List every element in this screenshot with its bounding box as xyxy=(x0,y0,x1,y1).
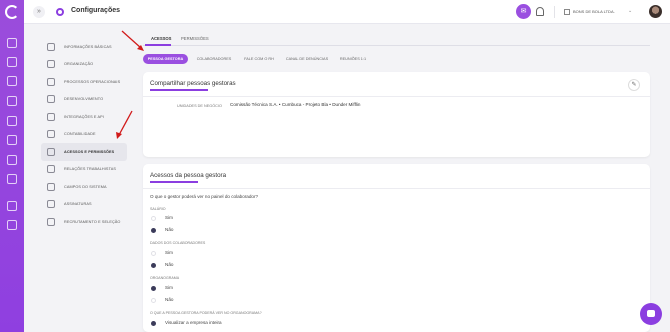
menu-item-acessos-permissoes[interactable]: ACESSOS E PERMISSÕES xyxy=(41,143,127,161)
menu-item-recrutamento[interactable]: RECRUTAMENTO E SELEÇÃO xyxy=(41,213,127,231)
menu-item-label: RELAÇÕES TRABALHISTAS xyxy=(64,167,116,172)
company-selector[interactable]: BONS DE BOLA LTDA. xyxy=(573,9,615,14)
bell-icon[interactable] xyxy=(536,7,544,16)
menu-item-relacoes-trabalhistas[interactable]: RELAÇÕES TRABALHISTAS xyxy=(41,161,127,179)
radio-button[interactable] xyxy=(151,251,156,256)
menu-item-label: ASSINATURAS xyxy=(64,202,92,207)
edit-pencil-icon[interactable]: ✎ xyxy=(628,79,640,91)
gear-icon xyxy=(56,8,64,16)
group-label-organograma: ORGANOGRAMA xyxy=(150,276,180,280)
card-title: Acessos da pessoa gestora xyxy=(150,172,227,179)
menu-item-label: CONTABILIDADE xyxy=(64,132,96,137)
radio-button[interactable] xyxy=(151,286,156,291)
manager-access-card: Acessos da pessoa gestora O que o gestor… xyxy=(143,164,650,332)
menu-item-processos[interactable]: PROCESSOS OPERACIONAIS xyxy=(41,73,127,91)
help-icon[interactable] xyxy=(7,201,17,211)
radio-label: Não xyxy=(165,227,174,232)
avatar[interactable] xyxy=(649,5,662,18)
messages-button[interactable]: ✉ xyxy=(516,4,531,19)
signature-icon xyxy=(47,200,55,209)
app-rail xyxy=(0,0,24,332)
menu-item-label: INTEGRAÇÕES E API xyxy=(64,114,104,119)
fields-icon xyxy=(47,182,55,191)
divider xyxy=(143,96,650,97)
development-icon xyxy=(47,95,55,104)
pill-fale-com-rh[interactable]: FALE COM O RH xyxy=(240,54,278,64)
radio-button[interactable] xyxy=(151,298,156,303)
radio-label: Não xyxy=(165,297,174,302)
collapse-sidebar-button[interactable]: » xyxy=(33,6,45,18)
recruiting-icon xyxy=(47,217,55,226)
chevron-down-icon[interactable]: ⌄ xyxy=(628,8,632,14)
title-underline xyxy=(150,181,198,183)
home-icon[interactable] xyxy=(7,38,17,48)
info-icon xyxy=(47,42,55,51)
business-units-label: UNIDADES DE NEGÓCIO xyxy=(177,104,222,108)
app-logo-icon[interactable] xyxy=(5,5,19,19)
people-icon[interactable] xyxy=(7,57,17,67)
tab-acessos[interactable]: ACESSOS xyxy=(151,36,171,41)
star-icon[interactable] xyxy=(7,116,17,126)
radio-label: Sim xyxy=(165,250,173,255)
menu-item-assinaturas[interactable]: ASSINATURAS xyxy=(41,196,127,214)
top-bar: » Configurações ✉ BONS DE BOLA LTDA. ⌄ xyxy=(24,0,670,24)
menu-item-label: RECRUTAMENTO E SELEÇÃO xyxy=(64,219,121,224)
menu-item-informacoes-basicas[interactable]: INFORMAÇÕES BÁSICAS xyxy=(41,38,127,56)
divider xyxy=(143,188,650,189)
pill-colaboradores[interactable]: COLABORADORES xyxy=(191,54,237,64)
chat-bubble-icon xyxy=(647,310,655,317)
building-icon xyxy=(564,9,570,15)
shield-icon xyxy=(47,147,55,156)
tab-permissoes[interactable]: PERMISSÕES xyxy=(181,36,209,41)
divider xyxy=(554,6,555,18)
menu-item-campos-sistema[interactable]: CAMPOS DO SISTEMA xyxy=(41,178,127,196)
radio-button[interactable] xyxy=(151,321,156,326)
integration-icon xyxy=(47,112,55,121)
org-icon xyxy=(47,60,55,69)
shared-managers-card: Compartilhar pessoas gestoras ✎ UNIDADES… xyxy=(143,72,650,157)
pill-reunioes[interactable]: REUNIÕES 1:1 xyxy=(337,54,369,64)
radio-label: Sim xyxy=(165,215,173,220)
menu-item-desenvolvimento[interactable]: DESENVOLVIMENTO xyxy=(41,91,127,109)
grid-icon[interactable] xyxy=(7,155,17,165)
pill-canal-denuncias[interactable]: CANAL DE DENÚNCIAS xyxy=(282,54,332,64)
group-label-dados: DADOS DOS COLABORADORES xyxy=(150,241,206,245)
accounting-icon xyxy=(47,130,55,139)
business-units-value: Comissão Técnica S.A. • Cumbuca - Projet… xyxy=(230,102,361,107)
active-tab-indicator xyxy=(145,44,171,46)
title-underline xyxy=(150,89,208,91)
radio-button[interactable] xyxy=(151,216,156,221)
rocket-icon[interactable] xyxy=(7,96,17,106)
question-text: O que o gestor poderá ver no painel do c… xyxy=(150,194,259,199)
menu-item-label: CAMPOS DO SISTEMA xyxy=(64,184,107,189)
radio-label: Não xyxy=(165,262,174,267)
tools-icon[interactable] xyxy=(7,174,17,184)
radio-button[interactable] xyxy=(151,263,156,268)
pill-pessoa-gestora[interactable]: PESSOA GESTORA xyxy=(143,54,188,64)
group-label-salario: SALÁRIO xyxy=(150,207,166,211)
settings-icon[interactable] xyxy=(7,220,17,230)
menu-item-label: INFORMAÇÕES BÁSICAS xyxy=(64,44,112,49)
tab-bar: ACESSOS PERMISSÕES xyxy=(143,32,650,46)
menu-item-label: PROCESSOS OPERACIONAIS xyxy=(64,79,121,84)
process-icon xyxy=(47,77,55,86)
page-title: Configurações xyxy=(71,7,121,14)
menu-item-label: ORGANIZAÇÃO xyxy=(64,62,94,67)
radio-label: Visualizar a empresa inteira xyxy=(165,320,222,325)
annotation-arrow-tab xyxy=(121,30,144,51)
menu-item-organizacao[interactable]: ORGANIZAÇÃO xyxy=(41,56,127,74)
card-title: Compartilhar pessoas gestoras xyxy=(150,80,236,87)
chat-button[interactable] xyxy=(640,303,662,325)
calendar-icon[interactable] xyxy=(7,135,17,145)
annotation-arrow-menu xyxy=(116,110,133,139)
menu-item-label: DESENVOLVIMENTO xyxy=(64,97,104,102)
menu-item-label: ACESSOS E PERMISSÕES xyxy=(64,149,115,154)
briefcase-icon[interactable] xyxy=(7,76,17,86)
radio-label: Sim xyxy=(165,285,173,290)
labor-icon xyxy=(47,165,55,174)
radio-button[interactable] xyxy=(151,228,156,233)
group-label-visao-organograma: O QUE A PESSOA GESTORA PODERÁ VER NO ORG… xyxy=(150,311,262,315)
